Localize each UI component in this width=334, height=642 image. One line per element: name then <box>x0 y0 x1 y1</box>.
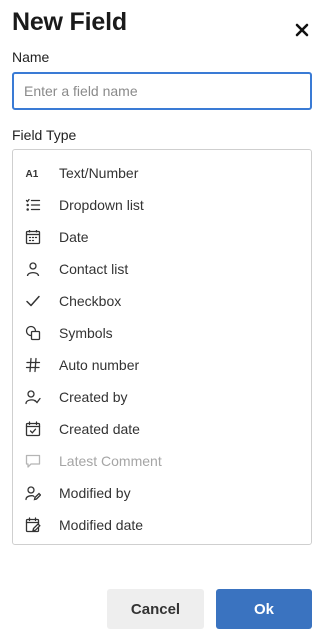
cancel-button[interactable]: Cancel <box>107 589 204 629</box>
symbols-icon <box>23 323 43 343</box>
text-number-icon: A1 <box>23 163 43 183</box>
field-type-auto-number[interactable]: Auto number <box>13 349 311 381</box>
field-type-label-date: Date <box>59 229 89 245</box>
field-type-label-text: Text/Number <box>59 165 139 181</box>
field-type-contact-list[interactable]: Contact list <box>13 253 311 285</box>
close-icon <box>295 23 309 37</box>
close-button[interactable] <box>292 20 312 40</box>
calendar-edit-icon <box>23 515 43 535</box>
field-type-created-by[interactable]: Created by <box>13 381 311 413</box>
field-type-latest-comment: Latest Comment <box>13 445 311 477</box>
field-type-text-number[interactable]: A1 Text/Number <box>13 157 311 189</box>
field-name-input[interactable] <box>12 72 312 110</box>
field-type-label-auto-number: Auto number <box>59 357 140 373</box>
dropdown-list-icon <box>23 195 43 215</box>
hash-icon <box>23 355 43 375</box>
dialog-title: New Field <box>12 8 127 36</box>
field-type-date[interactable]: Date <box>13 221 311 253</box>
field-type-label-checkbox: Checkbox <box>59 293 122 309</box>
field-type-list: A1 Text/Number Dropdown list Date Contac… <box>12 149 312 545</box>
field-type-label-symbols: Symbols <box>59 325 113 341</box>
person-icon <box>23 259 43 279</box>
field-type-label: Field Type <box>12 127 77 143</box>
calendar-check-icon <box>23 419 43 439</box>
field-type-label-modified-date: Modified date <box>59 517 144 533</box>
person-edit-icon <box>23 483 43 503</box>
field-type-label-modified-by: Modified by <box>59 485 131 501</box>
field-type-label-created-by: Created by <box>59 389 128 405</box>
svg-text:A1: A1 <box>26 169 39 180</box>
field-type-symbols[interactable]: Symbols <box>13 317 311 349</box>
field-type-modified-date[interactable]: Modified date <box>13 509 311 541</box>
checkmark-icon <box>23 291 43 311</box>
field-type-label-dropdown: Dropdown list <box>59 197 144 213</box>
name-label: Name <box>12 49 50 65</box>
field-type-dropdown-list[interactable]: Dropdown list <box>13 189 311 221</box>
field-type-label-created-date: Created date <box>59 421 140 437</box>
calendar-icon <box>23 227 43 247</box>
field-type-created-date[interactable]: Created date <box>13 413 311 445</box>
field-type-checkbox[interactable]: Checkbox <box>13 285 311 317</box>
field-type-modified-by[interactable]: Modified by <box>13 477 311 509</box>
ok-button[interactable]: Ok <box>216 589 312 629</box>
person-check-icon <box>23 387 43 407</box>
field-type-label-latest-comment: Latest Comment <box>59 453 162 469</box>
field-type-label-contact: Contact list <box>59 261 129 277</box>
comment-icon <box>23 451 43 471</box>
